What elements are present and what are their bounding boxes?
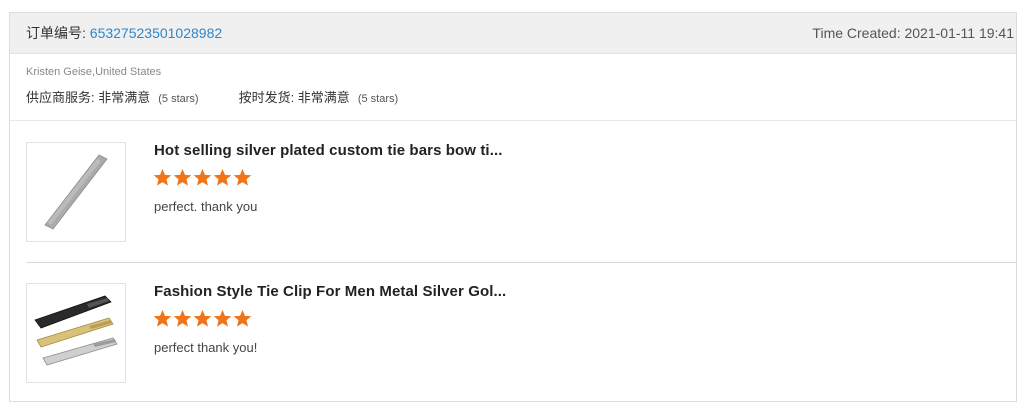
seller-ratings: 供应商服务: 非常满意 (5 stars) 按时发货: 非常满意 (5 star… [26, 87, 1000, 106]
star-icon [173, 168, 192, 186]
rating-label: 供应商服务: 非常满意 [26, 90, 151, 105]
star-icon [213, 309, 232, 327]
star-icon [153, 309, 172, 327]
rating-label: 按时发货: 非常满意 [238, 90, 350, 105]
time-created: Time Created: 2021-01-11 19:41 [812, 25, 1014, 41]
review-comment: perfect thank you! [154, 340, 258, 355]
order-review-card: 订单编号: 65327523501028982 Time Created: 20… [9, 12, 1017, 402]
order-number: 订单编号: 65327523501028982 [26, 23, 222, 43]
buyer-info: Kristen Geise,United States 供应商服务: 非常满意 … [10, 54, 1016, 121]
product-title[interactable]: Hot selling silver plated custom tie bar… [154, 142, 503, 159]
review-comment: perfect. thank you [154, 199, 258, 214]
product-title[interactable]: Fashion Style Tie Clip For Men Metal Sil… [154, 283, 506, 300]
product-thumbnail[interactable] [26, 283, 126, 383]
order-number-label: 订单编号: [26, 25, 86, 41]
star-icon [233, 168, 252, 186]
star-icon [213, 168, 232, 186]
product-star-rating [153, 309, 253, 328]
buyer-name-country: Kristen Geise,United States [26, 66, 162, 78]
rating-on-time-delivery: 按时发货: 非常满意 (5 stars) [239, 87, 399, 106]
order-number-link[interactable]: 65327523501028982 [90, 25, 222, 41]
tie-clips-product-image [34, 295, 118, 366]
product-review-item: Fashion Style Tie Clip For Men Metal Sil… [26, 283, 1016, 383]
star-icon [193, 309, 212, 327]
rating-stars-text: (5 stars) [158, 93, 199, 105]
product-thumbnail[interactable] [26, 142, 126, 242]
order-header: 订单编号: 65327523501028982 Time Created: 20… [10, 13, 1016, 54]
star-icon [153, 168, 172, 186]
product-star-rating [153, 168, 253, 187]
rating-stars-text: (5 stars) [357, 93, 399, 105]
product-review-item: Hot selling silver plated custom tie bar… [26, 142, 1016, 242]
star-icon [233, 309, 252, 327]
tie-bar-product-image [44, 154, 108, 230]
rating-supplier-service: 供应商服务: 非常满意 (5 stars) [26, 87, 199, 106]
star-icon [173, 309, 192, 327]
star-icon [193, 168, 212, 186]
product-divider [26, 262, 1016, 263]
